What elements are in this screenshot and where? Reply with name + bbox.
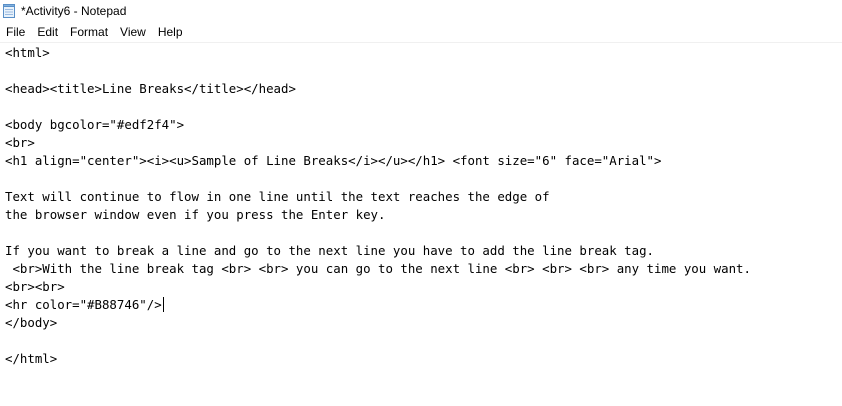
editor-line: Text will continue to flow in one line u… — [5, 189, 550, 204]
editor-line: <h1 align="center"><i><u>Sample of Line … — [5, 153, 662, 168]
editor-line: </html> — [5, 351, 58, 366]
menu-file[interactable]: File — [0, 22, 31, 42]
editor-line: <html> — [5, 45, 50, 60]
menu-format[interactable]: Format — [64, 22, 114, 42]
window-title: *Activity6 - Notepad — [21, 4, 127, 18]
editor-line: the browser window even if you press the… — [5, 207, 386, 222]
editor-line: </body> — [5, 315, 58, 330]
notepad-icon — [3, 4, 15, 18]
menu-help[interactable]: Help — [152, 22, 189, 42]
menu-edit[interactable]: Edit — [31, 22, 64, 42]
menu-view[interactable]: View — [114, 22, 152, 42]
notepad-window: *Activity6 - Notepad File Edit Format Vi… — [0, 0, 842, 406]
text-editor[interactable]: <html> <head><title>Line Breaks</title><… — [0, 43, 842, 406]
editor-line: <body bgcolor="#edf2f4"> — [5, 117, 185, 132]
editor-line-current: <hr color="#B88746"/> — [5, 296, 164, 314]
editor-line: <br>With the line break tag <br> <br> yo… — [5, 261, 751, 276]
editor-line: <head><title>Line Breaks</title></head> — [5, 81, 296, 96]
editor-line: If you want to break a line and go to th… — [5, 243, 655, 258]
editor-line: <br> — [5, 135, 35, 150]
editor-line-text: <hr color="#B88746"/> — [5, 297, 162, 312]
title-bar: *Activity6 - Notepad — [0, 0, 842, 22]
text-caret — [162, 297, 164, 312]
editor-line: <br><br> — [5, 279, 65, 294]
menu-bar: File Edit Format View Help — [0, 22, 842, 43]
